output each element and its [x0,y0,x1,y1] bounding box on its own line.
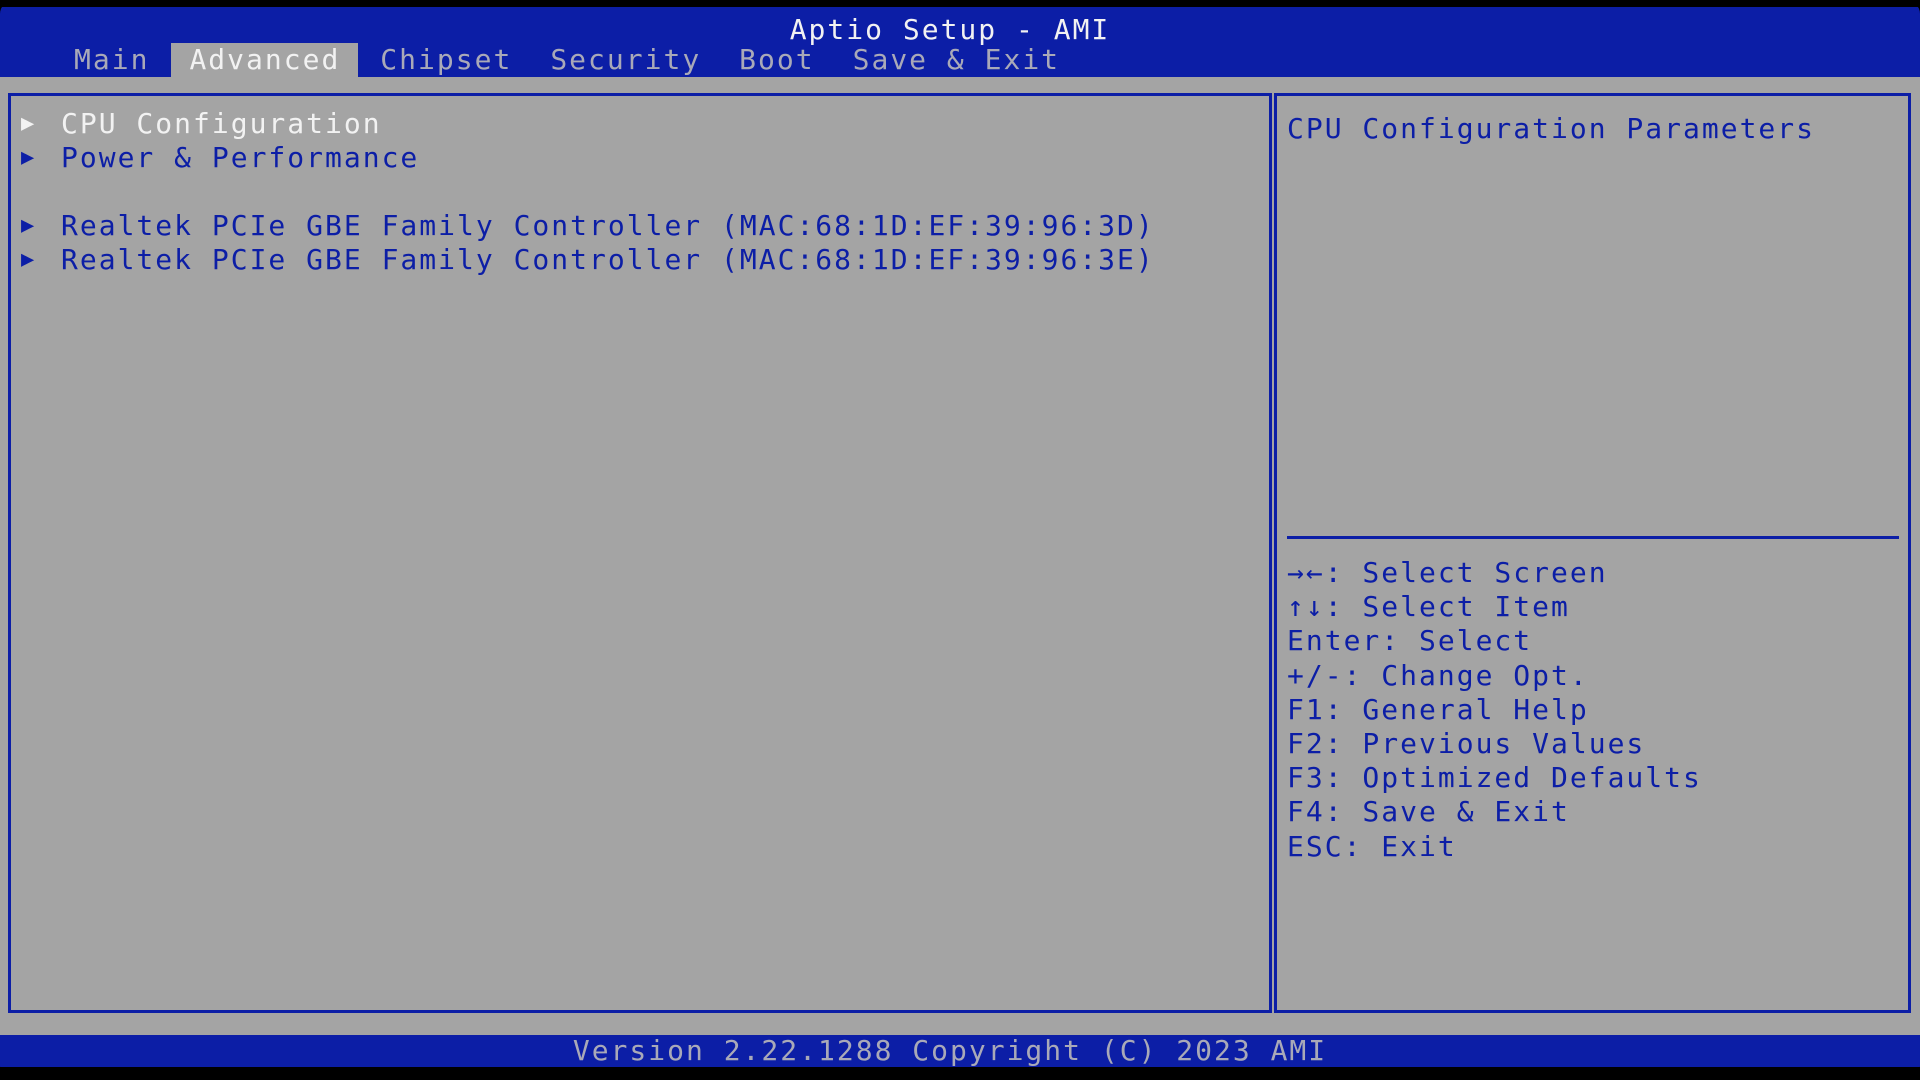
tab-advanced[interactable]: Advanced [171,43,359,77]
key-hint-f1: F1: General Help [1287,692,1589,726]
key-hint-f2: F2: Previous Values [1287,727,1646,761]
menu-item-realtek-controller-1[interactable]: ▶ Realtek PCIe GBE Family Controller (MA… [21,209,1155,243]
footer-bar: Version 2.22.1288 Copyright (C) 2023 AMI [0,1035,1920,1067]
tab-security[interactable]: Security [534,43,717,77]
menu-item-label: Realtek PCIe GBE Family Controller (MAC:… [61,209,1155,242]
help-panel: CPU Configuration Parameters →←: Select … [1274,93,1911,1013]
submenu-arrow-icon: ▶ [21,247,35,272]
key-hint-select-item: ↑↓: Select Item [1287,590,1570,624]
bios-screen: Aptio Setup - AMI Main Advanced Chipset … [0,0,1920,1080]
menu-item-label: Realtek PCIe GBE Family Controller (MAC:… [61,243,1155,276]
main-area: ▶ CPU Configuration ▶ Power & Performanc… [0,77,1920,1035]
key-hint-f3: F3: Optimized Defaults [1287,761,1702,795]
submenu-arrow-icon: ▶ [21,111,35,136]
key-hint-f4: F4: Save & Exit [1287,795,1570,829]
menu-item-realtek-controller-2[interactable]: ▶ Realtek PCIe GBE Family Controller (MA… [21,243,1155,277]
key-hint-select-screen: →←: Select Screen [1287,556,1608,589]
help-description: CPU Configuration Parameters [1287,112,1816,145]
menu-item-label: CPU Configuration [61,107,382,140]
tab-boot[interactable]: Boot [723,43,830,77]
key-hint-change-opt: +/-: Change Opt. [1287,658,1589,692]
tab-bar: Main Advanced Chipset Security Boot Save… [58,43,1082,77]
menu-item-cpu-configuration[interactable]: ▶ CPU Configuration [21,107,382,141]
tab-main[interactable]: Main [58,43,165,77]
submenu-arrow-icon: ▶ [21,213,35,238]
submenu-arrow-icon: ▶ [21,145,35,170]
key-hint-esc: ESC: Exit [1287,829,1457,863]
key-hint-enter: Enter: Select [1287,624,1533,658]
tab-chipset[interactable]: Chipset [364,43,528,77]
version-copyright: Version 2.22.1288 Copyright (C) 2023 AMI [572,1034,1328,1067]
header-bar: Aptio Setup - AMI Main Advanced Chipset … [0,7,1920,77]
menu-item-label: Power & Performance [61,141,420,174]
menu-panel: ▶ CPU Configuration ▶ Power & Performanc… [8,93,1272,1013]
help-divider [1287,536,1899,539]
tab-save-exit[interactable]: Save & Exit [837,43,1076,77]
menu-item-power-performance[interactable]: ▶ Power & Performance [21,141,419,175]
key-legend: →←: Select Screen ↑↓: Select Item Enter:… [1287,556,1702,864]
